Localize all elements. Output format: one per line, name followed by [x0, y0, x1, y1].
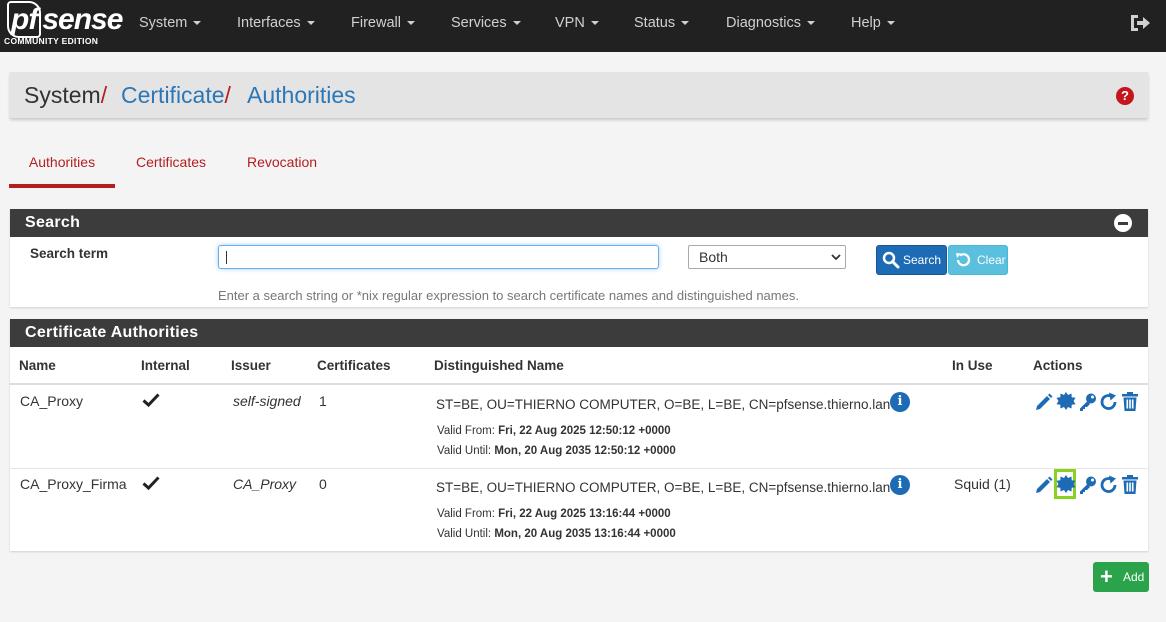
- help-icon[interactable]: ?: [1116, 87, 1134, 105]
- ca-issuer: CA_Proxy: [233, 476, 297, 492]
- add-button[interactable]: + Add: [1093, 562, 1149, 592]
- nav-vpn[interactable]: VPN: [555, 0, 599, 46]
- table-header-divider: [10, 383, 1148, 385]
- nav-status[interactable]: Status: [634, 0, 690, 46]
- trash-icon[interactable]: [1120, 392, 1140, 412]
- nav-services[interactable]: Services: [451, 0, 521, 46]
- nav-help[interactable]: Help: [851, 0, 895, 46]
- check-icon: [142, 393, 160, 408]
- search-panel-header: Search: [10, 209, 1148, 237]
- logo-edition: COMMUNITY EDITION: [4, 36, 99, 46]
- text-cursor: [226, 251, 227, 264]
- check-icon: [142, 476, 160, 491]
- search-panel-title: Search: [25, 214, 81, 231]
- tab-revocation[interactable]: Revocation: [247, 140, 317, 184]
- top-navbar: pf sense COMMUNITY EDITION System Interfa…: [0, 0, 1166, 52]
- search-term-label: Search term: [30, 246, 109, 261]
- logout-icon[interactable]: [1129, 13, 1151, 33]
- breadcrumb-authorities-link[interactable]: Authorities: [247, 72, 356, 118]
- column-header-certificates[interactable]: Certificates: [317, 358, 391, 373]
- caret-down-icon: [193, 21, 202, 26]
- caret-down-icon: [406, 21, 415, 26]
- ca-panel: Certificate Authorities Name Internal Is…: [10, 319, 1148, 551]
- column-header-name[interactable]: Name: [19, 358, 56, 373]
- nav-interfaces[interactable]: Interfaces: [237, 0, 315, 46]
- caret-down-icon: [590, 21, 599, 26]
- plus-icon: +: [1100, 564, 1113, 589]
- breadcrumb-root: System/: [24, 82, 108, 108]
- key-icon[interactable]: [1078, 475, 1098, 495]
- ca-name: CA_Proxy: [20, 393, 84, 409]
- search-help-text: Enter a search string or *nix regular ex…: [218, 288, 799, 303]
- info-icon[interactable]: i: [890, 475, 910, 495]
- ca-valid-until: Valid Until: Mon, 20 Aug 2035 12:50:12 +…: [437, 445, 676, 457]
- ca-valid-from: Valid From: Fri, 22 Aug 2025 13:16:44 +0…: [437, 508, 671, 520]
- ca-valid-until: Valid Until: Mon, 20 Aug 2035 13:16:44 +…: [437, 528, 676, 540]
- nav-diagnostics[interactable]: Diagnostics: [726, 0, 815, 46]
- column-header-actions: Actions: [1033, 358, 1083, 373]
- collapse-icon[interactable]: [1114, 214, 1132, 232]
- caret-down-icon: [306, 21, 315, 26]
- ca-panel-title: Certificate Authorities: [25, 324, 199, 341]
- renew-icon[interactable]: [1099, 392, 1119, 412]
- tab-authorities[interactable]: Authorities: [9, 140, 115, 188]
- search-button[interactable]: Search: [876, 245, 947, 275]
- caret-down-icon: [886, 21, 895, 26]
- column-header-distinguished-name[interactable]: Distinguished Name: [434, 358, 564, 373]
- search-icon: [882, 251, 900, 269]
- search-panel: Search Search term Both Search Clear Ent…: [10, 209, 1148, 307]
- ca-distinguished-name: ST=BE, OU=THIERNO COMPUTER, O=BE, L=BE, …: [436, 397, 891, 412]
- nav-firewall[interactable]: Firewall: [351, 0, 415, 46]
- logo-wordmark: pf sense: [7, 1, 123, 38]
- column-header-issuer[interactable]: Issuer: [231, 358, 271, 373]
- info-icon[interactable]: i: [890, 392, 910, 412]
- pfsense-logo[interactable]: pf sense COMMUNITY EDITION: [4, 1, 123, 46]
- edit-pencil-icon[interactable]: [1034, 392, 1054, 412]
- caret-down-icon: [512, 21, 521, 26]
- ca-cert-count: 1: [319, 393, 327, 409]
- column-header-in-use[interactable]: In Use: [952, 358, 993, 373]
- breadcrumb-certificate-link[interactable]: Certificate/: [121, 72, 231, 118]
- clear-button[interactable]: Clear: [948, 245, 1008, 275]
- caret-down-icon: [806, 21, 815, 26]
- ca-in-use: Squid (1): [954, 476, 1011, 492]
- ca-valid-from: Valid From: Fri, 22 Aug 2025 12:50:12 +0…: [437, 425, 671, 437]
- breadcrumb: System/ Certificate/ Authorities ?: [10, 72, 1148, 118]
- search-scope-select[interactable]: Both: [688, 245, 846, 269]
- ca-distinguished-name: ST=BE, OU=THIERNO COMPUTER, O=BE, L=BE, …: [436, 480, 891, 495]
- trash-icon[interactable]: [1120, 475, 1140, 495]
- ca-name: CA_Proxy_Firma: [20, 476, 127, 492]
- ca-issuer: self-signed: [233, 393, 301, 409]
- search-input[interactable]: [218, 245, 659, 269]
- column-header-internal[interactable]: Internal: [141, 358, 190, 373]
- renew-icon[interactable]: [1099, 475, 1119, 495]
- chevron-down-icon: [831, 254, 841, 261]
- key-icon[interactable]: [1078, 392, 1098, 412]
- tab-certificates[interactable]: Certificates: [136, 140, 206, 184]
- row-divider: [10, 468, 1148, 469]
- certificate-badge-icon[interactable]: [1056, 392, 1076, 412]
- edit-pencil-icon[interactable]: [1034, 475, 1054, 495]
- nav-system[interactable]: System: [139, 0, 202, 46]
- caret-down-icon: [681, 21, 690, 26]
- certificate-badge-icon[interactable]: [1056, 475, 1076, 495]
- ca-panel-header: Certificate Authorities: [10, 319, 1148, 347]
- undo-icon: [956, 253, 971, 267]
- ca-cert-count: 0: [319, 476, 327, 492]
